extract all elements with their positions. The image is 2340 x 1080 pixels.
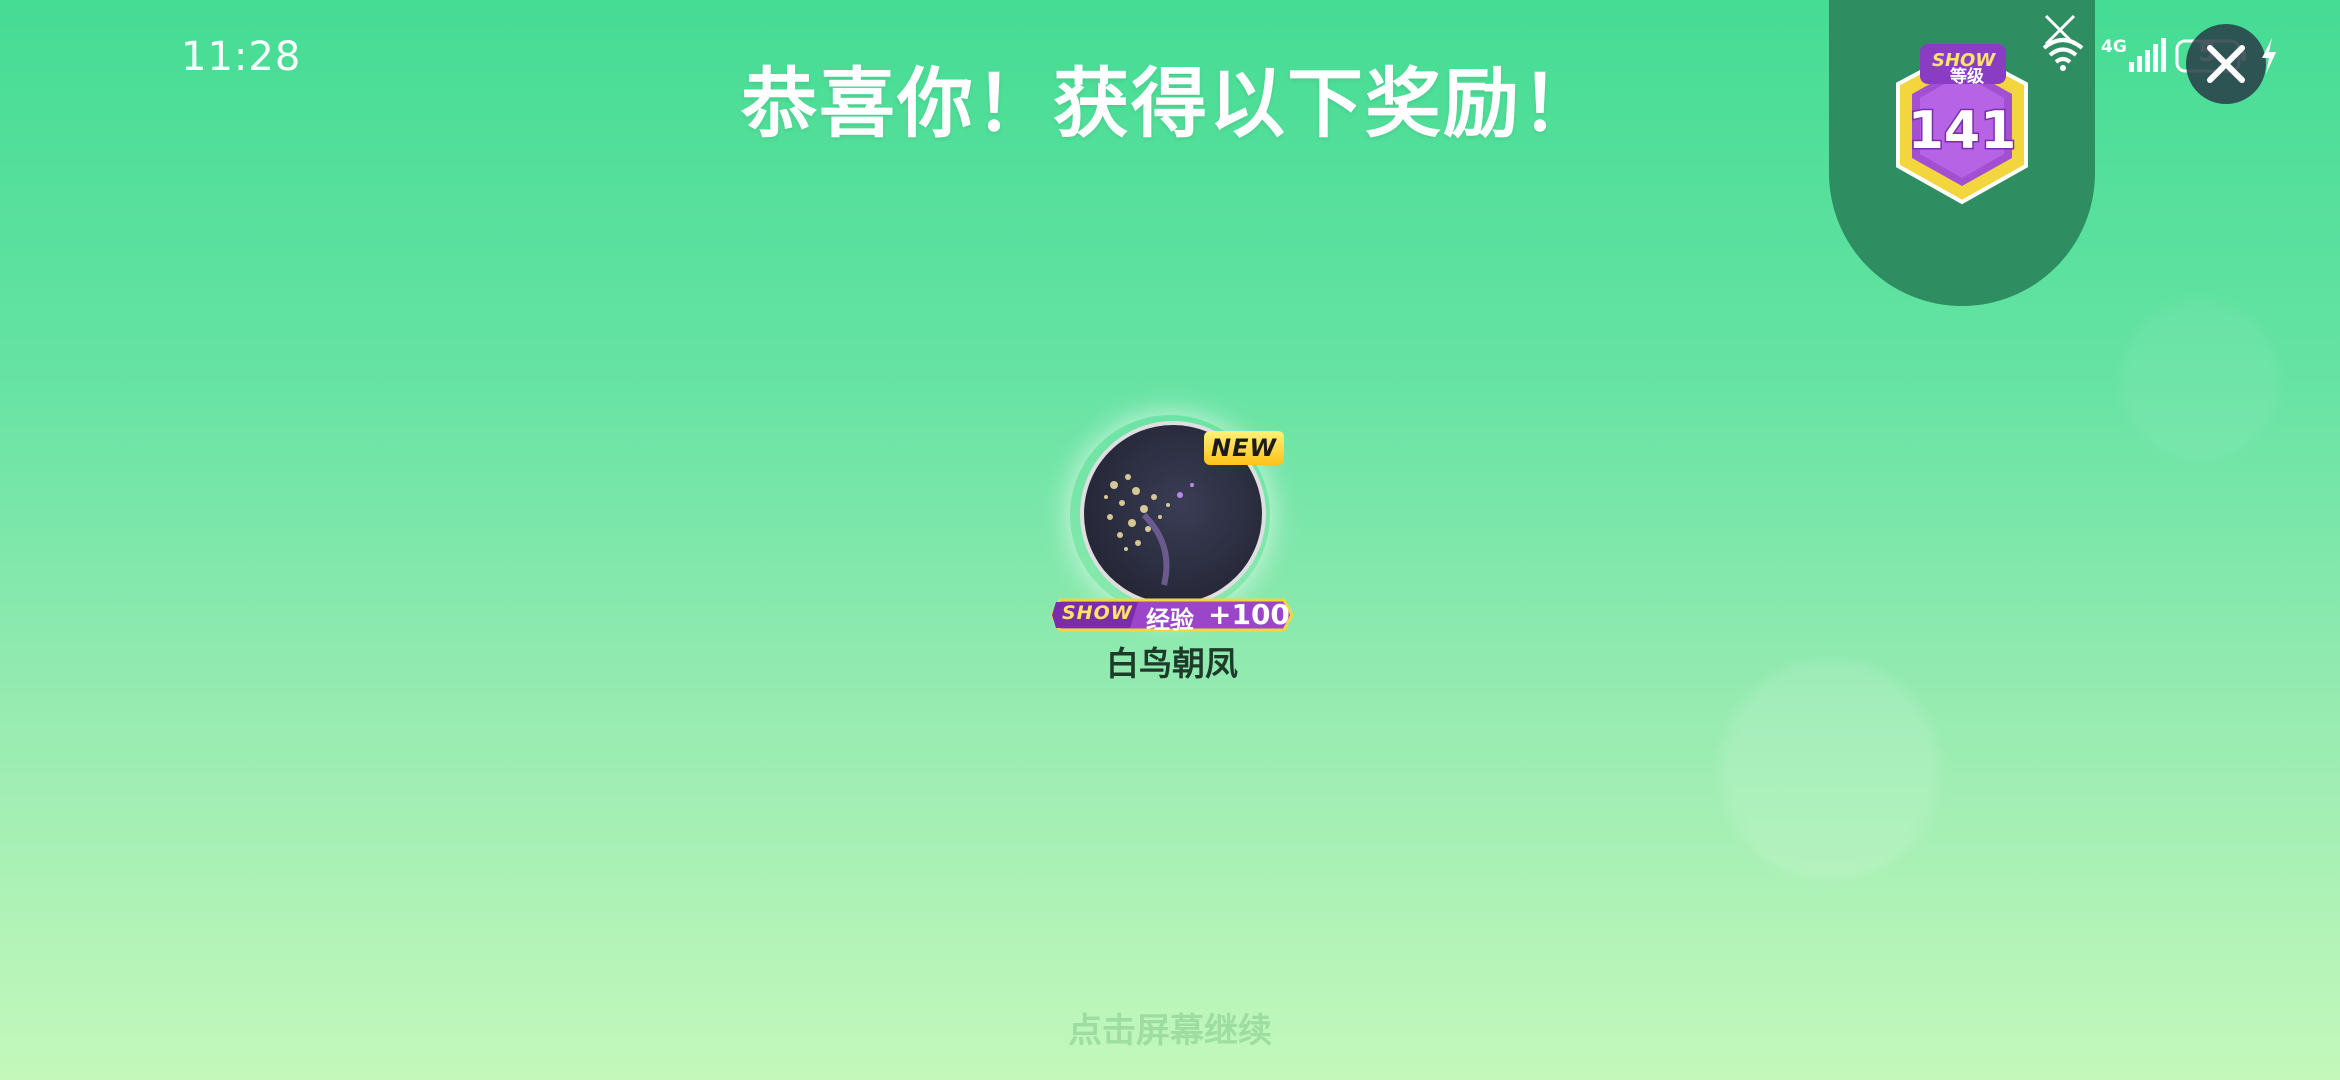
level-badge-icon: SHOW 等级 141 [1896, 44, 2028, 205]
wifi-icon [2042, 38, 2084, 71]
reward-name: 白鸟朝凤 [1106, 644, 1238, 683]
exp-badge: SHOW 经验 +100 [1050, 598, 1294, 634]
level-badge-title: 等级 [1950, 66, 1984, 87]
close-button[interactable] [2186, 24, 2266, 104]
close-icon [2207, 45, 2245, 83]
signal-icon [2129, 38, 2166, 72]
exp-brand: SHOW [1062, 602, 1133, 624]
exp-value: +100 [1208, 598, 1290, 631]
reward-item[interactable]: NEW SHOW 经验 +100 白鸟朝凤 [1050, 405, 1294, 695]
new-badge: NEW [1204, 431, 1284, 465]
bokeh-light [2120, 300, 2280, 460]
bokeh-light [1720, 660, 1940, 880]
network-type: 4G [2101, 37, 2127, 57]
exp-label: 经验 [1146, 606, 1194, 634]
level-value: 141 [1908, 101, 2017, 161]
charge-icon [2262, 38, 2276, 74]
tap-to-continue-hint[interactable]: 点击屏幕继续 [0, 1003, 2340, 1052]
